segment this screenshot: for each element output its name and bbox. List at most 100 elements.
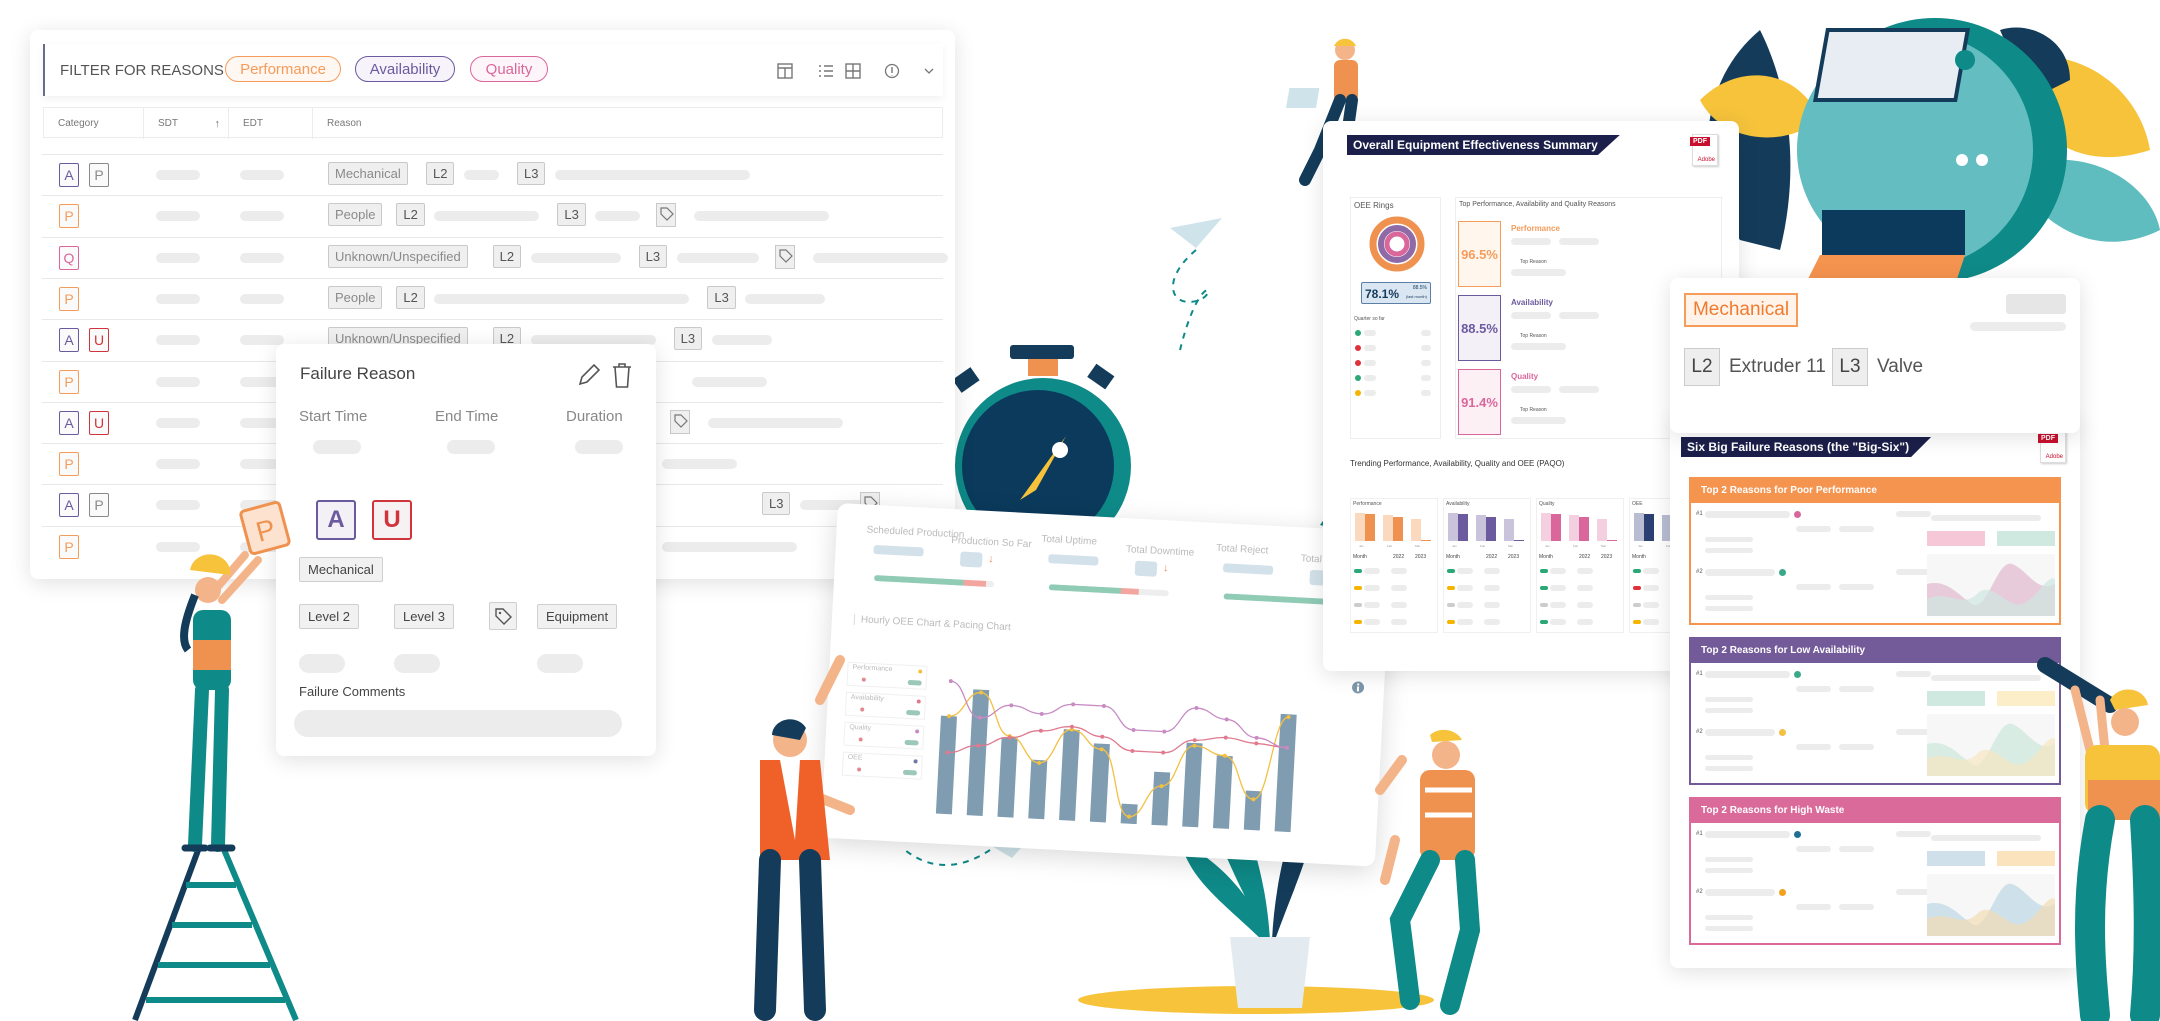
reason-tag[interactable]: Mechanical — [328, 162, 408, 185]
tag-button[interactable] — [670, 409, 690, 434]
category-badge-a[interactable]: A — [59, 493, 79, 518]
placeholder-bar — [1970, 322, 2066, 331]
l2-tag[interactable]: L2 — [396, 203, 425, 227]
l2-tag[interactable]: L2 — [396, 285, 425, 309]
l3-tag[interactable]: L3 — [707, 285, 736, 309]
arrow-up-icon[interactable]: ↑ — [215, 118, 221, 130]
list-icon[interactable] — [818, 63, 834, 79]
trend-status — [1447, 603, 1455, 607]
reason-value — [1796, 846, 1831, 852]
tag-icon — [660, 207, 675, 222]
category-badge-p[interactable]: P — [89, 493, 109, 518]
pencil-icon[interactable] — [576, 362, 602, 388]
reason-tag[interactable]: People — [328, 203, 383, 227]
filter-availability[interactable]: Availability — [355, 56, 455, 82]
column-sdt[interactable]: SDT ↑ — [143, 108, 228, 139]
category-badge-q[interactable]: Q — [59, 245, 79, 270]
category-badge-u[interactable]: U — [89, 410, 109, 435]
table-row[interactable]: Q Unknown/Unspecified L2 L3 — [42, 236, 948, 278]
legend-bar — [906, 709, 921, 716]
table-row[interactable]: P People L2 L3 — [42, 195, 943, 236]
category-badge-p[interactable]: P — [59, 452, 79, 477]
reason-tag[interactable]: Mechanical — [299, 557, 383, 582]
tag-button[interactable] — [774, 244, 795, 269]
tag-button[interactable] — [656, 203, 677, 228]
category-badge-p[interactable]: P — [59, 286, 79, 311]
quarter-value — [1364, 375, 1376, 381]
kpi-label: Total Uptime — [1041, 533, 1098, 548]
trend-status — [1354, 620, 1362, 624]
reason-value — [1839, 904, 1874, 910]
pdf-icon[interactable]: PDF Adobe — [1690, 134, 1718, 166]
category-unknown-badge[interactable]: U — [372, 500, 412, 540]
category-badge-a[interactable]: A — [59, 410, 79, 435]
layout-icon[interactable] — [777, 63, 793, 79]
oee-rings-box: OEE Rings 78.1% 88.5% (last month) Quart… — [1350, 197, 1441, 439]
l3-tag[interactable]: L3 — [762, 492, 791, 516]
section-title: Top 2 Reasons for High Waste — [1691, 799, 2059, 823]
column-category[interactable]: Category — [58, 108, 99, 139]
area-chart — [1927, 874, 2055, 936]
pdf-icon[interactable]: PDF Adobe — [2038, 431, 2066, 463]
reason-value — [1705, 766, 1753, 771]
progress-fill — [1223, 593, 1330, 605]
rank-label: #1 — [1696, 511, 1703, 517]
tag-button[interactable] — [489, 602, 517, 630]
trend-value — [1484, 568, 1500, 574]
metric-value — [1559, 312, 1599, 319]
column-edt[interactable]: EDT — [228, 108, 312, 139]
trend-value — [1391, 619, 1407, 625]
category-badge-p[interactable]: P — [89, 163, 109, 187]
l3-tag[interactable]: L3 — [557, 203, 586, 227]
l3-tag[interactable]: L3 — [517, 162, 546, 185]
filter-performance[interactable]: Performance — [225, 56, 341, 82]
status-dot — [1355, 390, 1361, 396]
metric-tile-availability[interactable]: 88.5% — [1458, 295, 1501, 361]
quarter-label: Quarter so far — [1354, 316, 1385, 322]
metric-tile-quality[interactable]: 91.4% — [1458, 369, 1501, 435]
reason-dot — [1779, 729, 1786, 736]
filter-quality[interactable]: Quality — [470, 56, 548, 82]
reason-tag[interactable]: Unknown/Unspecified — [328, 244, 468, 268]
big-six-section: Top 2 Reasons for Poor Performance #1 #2 — [1689, 477, 2061, 625]
chart-point — [1223, 735, 1228, 740]
category-badge-p[interactable]: P — [59, 369, 79, 394]
level-2-tag[interactable]: Level 2 — [299, 604, 359, 629]
trend-status — [1540, 620, 1548, 624]
reason-dot — [1794, 831, 1801, 838]
legend-item[interactable]: Quality — [843, 721, 925, 750]
legend-item[interactable]: OEE — [841, 751, 923, 780]
failure-comments-input[interactable] — [294, 710, 622, 737]
rank-label: #1 — [1696, 671, 1703, 677]
category-availability-badge[interactable]: A — [316, 500, 356, 540]
legend-marker — [856, 767, 862, 772]
reason-name — [1705, 511, 1790, 518]
category-badge-a[interactable]: A — [59, 163, 79, 187]
info-icon[interactable] — [1351, 680, 1366, 695]
trash-icon[interactable] — [610, 361, 634, 389]
table-row[interactable]: P People L2 L3 — [42, 277, 943, 319]
category-badge-p[interactable]: P — [59, 534, 79, 559]
l2-tag[interactable]: L2 — [492, 244, 522, 268]
chevron-down-icon[interactable] — [923, 65, 935, 77]
column-reason[interactable]: Reason — [312, 108, 361, 139]
table-row[interactable]: A P Mechanical L2 L3 — [42, 154, 943, 195]
l3-tag[interactable]: L3 — [638, 244, 668, 268]
category-badge-u[interactable]: U — [89, 328, 109, 353]
category-badge-p[interactable]: P — [59, 204, 79, 229]
metric-tile-performance[interactable]: 96.5% — [1458, 221, 1501, 287]
l2-tag[interactable]: L2 — [426, 162, 455, 185]
l3-tag[interactable]: L3 — [673, 327, 703, 351]
trend-title: Quality — [1539, 501, 1555, 507]
grid-icon[interactable] — [845, 63, 861, 79]
reason-mechanical-tag[interactable]: Mechanical — [1684, 293, 1798, 327]
legend-item[interactable]: Availability — [844, 691, 927, 720]
reason-tag[interactable]: People — [328, 285, 383, 309]
trend-bar-2023 — [1644, 514, 1654, 541]
level-3-tag[interactable]: Level 3 — [394, 604, 454, 629]
equipment-tag[interactable]: Equipment — [537, 604, 618, 629]
category-badge-a[interactable]: A — [59, 328, 79, 353]
legend-item[interactable]: Performance — [846, 661, 928, 690]
failure-reason-title: Failure Reason — [300, 364, 416, 383]
info-icon[interactable] — [884, 63, 900, 79]
